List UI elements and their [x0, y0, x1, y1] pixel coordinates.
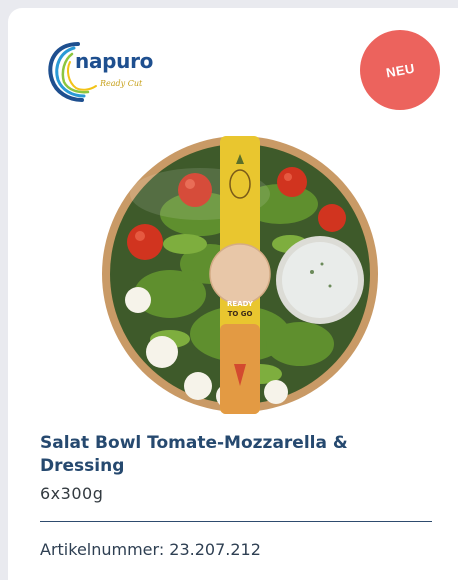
band-text-to-go: TO GO	[228, 310, 253, 318]
product-image: READY TO GO	[102, 136, 378, 414]
dressing-cup	[276, 236, 364, 324]
brand-name: napuro	[75, 49, 154, 73]
brand-tagline: Ready Cut	[100, 79, 143, 88]
new-badge: NEU	[360, 30, 440, 110]
new-badge-label: NEU	[384, 60, 416, 80]
article-number: Artikelnummer: 23.207.212	[40, 540, 261, 559]
product-card[interactable]: napuro Ready Cut NEU READY TO GO Salat B…	[8, 8, 458, 580]
divider	[40, 521, 432, 522]
product-title[interactable]: Salat Bowl Tomate-Mozzarella & Dressing	[40, 432, 420, 478]
brand-logo: napuro Ready Cut	[44, 38, 156, 108]
package-size: 6x300g	[40, 484, 104, 503]
band-text-ready: READY	[227, 300, 254, 308]
